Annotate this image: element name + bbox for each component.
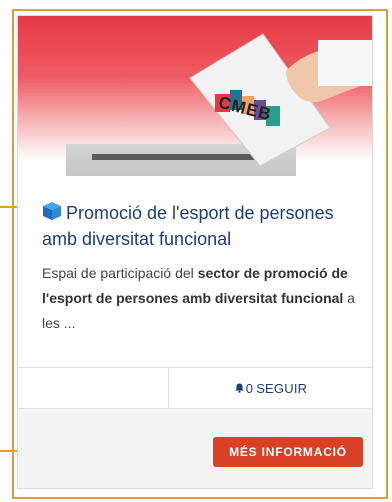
ballot-illustration	[189, 33, 372, 167]
card-title[interactable]: Promoció de l'esport de persones amb div…	[42, 201, 362, 251]
bell-icon	[235, 381, 244, 396]
connector-line-top	[12, 9, 388, 11]
card-description: Espai de participació del sector de prom…	[42, 261, 362, 336]
info-card: CMEB Promoció de l'esport de persones am…	[17, 15, 373, 489]
card-footer: MÉS INFORMACIÓ	[18, 409, 372, 488]
cube-icon	[42, 201, 62, 227]
connector-line-right	[386, 9, 388, 499]
card-image[interactable]: CMEB	[18, 16, 372, 176]
follow-count: 0	[245, 380, 254, 396]
card-title-text: Promoció de l'esport de persones amb div…	[42, 203, 334, 249]
connector-line-left	[12, 9, 14, 499]
description-prefix: Espai de participació del	[42, 265, 198, 281]
follow-button[interactable]: 0 SEGUIR	[168, 368, 372, 408]
follow-label: SEGUIR	[256, 380, 308, 396]
connector-line-bottom	[12, 497, 388, 499]
more-info-button[interactable]: MÉS INFORMACIÓ	[213, 437, 363, 467]
